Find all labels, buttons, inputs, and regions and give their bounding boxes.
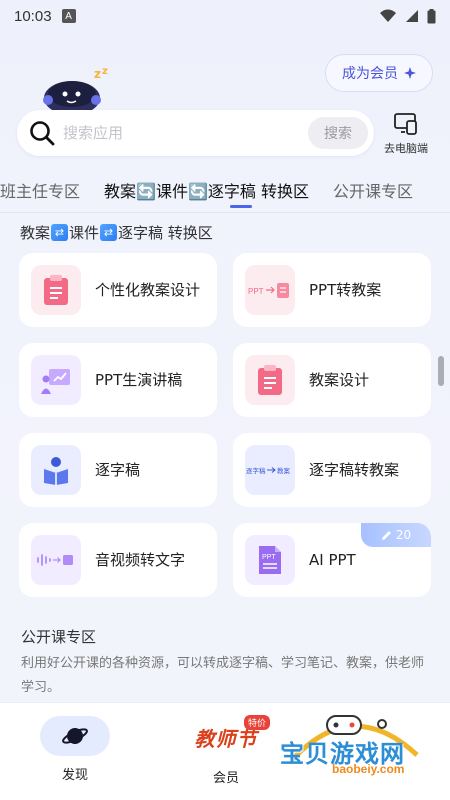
become-member-button[interactable]: 成为会员: [325, 54, 433, 92]
teachers-day-promo: 教师节 特价: [178, 715, 274, 757]
discover-pill: [40, 716, 110, 756]
public-course-title: 公开课专区: [21, 628, 97, 646]
active-tab-indicator: [230, 205, 252, 208]
sparkle-icon: [404, 67, 416, 79]
tool-card-label: AI PPT: [309, 551, 356, 569]
notification-badge: A: [61, 9, 76, 23]
section-title-part: 逐字稿 转换区: [118, 224, 213, 242]
svg-text:z: z: [102, 66, 108, 77]
tool-card-label: 逐字稿转教案: [309, 461, 400, 479]
clipboard-icon: [31, 265, 81, 315]
tab-public-course[interactable]: 公开课专区: [321, 178, 425, 202]
member-label: 会员: [212, 771, 239, 786]
status-icons: [379, 8, 436, 24]
search-bar: 搜索: [17, 110, 374, 156]
signal-icon: [406, 10, 418, 22]
search-button[interactable]: 搜索: [308, 117, 368, 149]
promo-tag: 特价: [243, 715, 270, 730]
scrollbar-thumb[interactable]: [438, 356, 444, 386]
clipboard-icon: [245, 355, 295, 405]
tool-card-transcript-to-plan[interactable]: 逐字稿 教案 逐字稿转教案: [233, 433, 431, 507]
tool-grid: 个性化教案设计 PPT PPT转教案 PPT生演讲稿 教案设计 逐字稿 逐字稿 教…: [19, 253, 431, 597]
section-title-part: 课件: [69, 224, 100, 242]
watermark-url: baobeiy.com: [332, 762, 405, 776]
wifi-icon: [380, 9, 396, 22]
swap-icon: ⇄: [100, 224, 118, 241]
ppt-file-icon-text: PPT: [262, 554, 276, 561]
tool-card-personalized-plan[interactable]: 个性化教案设计: [19, 253, 217, 327]
tab-class-teacher[interactable]: 班主任专区: [0, 178, 92, 202]
presentation-icon: [31, 355, 81, 405]
nav-member[interactable]: 教师节 特价 会员: [178, 715, 274, 795]
tabs-divider: [0, 212, 450, 213]
ppt-to-doc-icon: PPT: [245, 265, 295, 315]
nav-discover[interactable]: 发现: [40, 716, 110, 794]
tool-card-label: 音视频转文字: [95, 551, 186, 569]
tool-card-transcript[interactable]: 逐字稿: [19, 433, 217, 507]
ppt-file-icon: PPT: [245, 535, 295, 585]
ppt-icon-text: PPT: [248, 287, 264, 296]
transcript-icon-text: 逐字稿: [246, 466, 266, 475]
status-bar: 10:03 A: [0, 0, 450, 32]
section-title-part: 教案: [20, 224, 51, 242]
book-reader-icon: [31, 445, 81, 495]
tool-card-audio-to-text[interactable]: 音视频转文字: [19, 523, 217, 597]
swap-icon: ⇄: [51, 224, 69, 241]
tool-card-ai-ppt[interactable]: PPT AI PPT 20: [233, 523, 431, 597]
section-title: 教案 ⇄ 课件 ⇄ 逐字稿 转换区: [20, 222, 213, 243]
svg-text:z: z: [94, 67, 101, 81]
usage-count-badge: 20: [361, 523, 431, 547]
search-input[interactable]: [63, 124, 293, 142]
site-watermark: 宝贝游戏网 baobeiy.com: [272, 700, 432, 790]
search-icon: [30, 121, 55, 146]
desktop-icon: [394, 113, 417, 135]
tool-card-label: 个性化教案设计: [95, 281, 201, 299]
tool-card-ppt-speech[interactable]: PPT生演讲稿: [19, 343, 217, 417]
vip-label: 成为会员: [342, 66, 398, 82]
mascot-logo-icon: z z: [43, 66, 108, 114]
tool-card-ppt-to-plan[interactable]: PPT PPT转教案: [233, 253, 431, 327]
category-tabs: 班主任专区 教案🔄课件🔄逐字稿 转换区 公开课专区: [0, 174, 450, 206]
battery-icon: [427, 8, 436, 23]
discover-label: 发现: [61, 768, 88, 783]
desktop-version-button[interactable]: 去电脑端: [378, 112, 434, 158]
tool-card-label: 逐字稿: [95, 461, 141, 479]
plan-icon-text: 教案: [277, 466, 291, 475]
planet-icon: [62, 728, 88, 744]
tool-card-label: PPT生演讲稿: [95, 371, 183, 389]
public-course-description: 利用好公开课的各种资源，可以转成逐字稿、学习笔记、教案，供老师学习。: [21, 656, 425, 695]
transcript-to-plan-icon: 逐字稿 教案: [245, 445, 295, 495]
tool-card-label: PPT转教案: [309, 281, 382, 299]
usage-count: 20: [395, 528, 412, 542]
tab-conversion[interactable]: 教案🔄课件🔄逐字稿 转换区: [92, 178, 321, 202]
desktop-label: 去电脑端: [384, 142, 428, 155]
audio-wave-icon: [31, 535, 81, 585]
tool-card-plan-design[interactable]: 教案设计: [233, 343, 431, 417]
status-time: 10:03: [14, 7, 52, 25]
pencil-icon: [381, 530, 391, 540]
tool-card-label: 教案设计: [309, 371, 370, 389]
